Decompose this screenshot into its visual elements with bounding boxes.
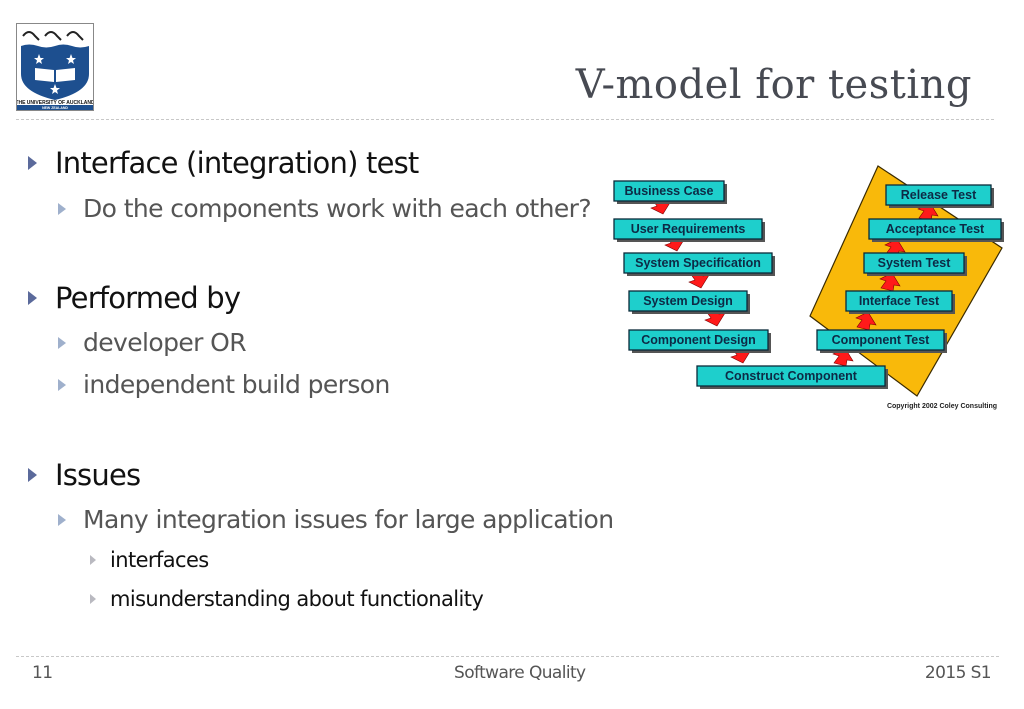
bullet-performed-by: Performed by <box>28 281 241 315</box>
box-label: Acceptance Test <box>886 222 985 236</box>
university-crest-icon: THE UNIVERSITY OF AUCKLAND NEW ZEALAND <box>15 31 95 110</box>
box-construct-component: Construct Component <box>696 365 888 389</box>
bullet-developer: developer OR <box>58 328 247 357</box>
bullet-arrow-icon <box>58 336 66 349</box>
bullet-arrow-icon <box>28 468 37 482</box>
term-label: 2015 S1 <box>924 663 992 683</box>
box-label: User Requirements <box>631 222 746 236</box>
box-label: System Design <box>643 294 733 308</box>
box-label: Release Test <box>901 188 977 202</box>
bullet-text: misunderstanding about functionality <box>110 587 484 611</box>
title-divider <box>16 119 994 120</box>
box-component-design: Component Design <box>628 329 771 353</box>
bullet-arrow-icon <box>28 291 37 305</box>
box-user-requirements: User Requirements <box>613 218 765 242</box>
box-system-design: System Design <box>628 290 750 314</box>
box-label: System Test <box>878 256 952 270</box>
bullet-build-person: independent build person <box>58 370 390 399</box>
university-logo: THE UNIVERSITY OF AUCKLAND NEW ZEALAND <box>15 23 95 111</box>
bullet-issues: Issues <box>28 458 141 492</box>
page-number: 11 <box>32 663 53 683</box>
bullet-text: interfaces <box>110 548 209 572</box>
box-acceptance-test: Acceptance Test <box>868 218 1004 242</box>
box-system-specification: System Specification <box>623 252 775 276</box>
box-label: Component Test <box>832 333 931 347</box>
box-label: Interface Test <box>859 294 940 308</box>
bullet-interfaces: interfaces <box>90 548 209 572</box>
bullet-text: independent build person <box>83 370 390 399</box>
bullet-arrow-icon <box>90 594 96 604</box>
bullet-integration-issues: Many integration issues for large applic… <box>58 505 614 534</box>
bullet-arrow-icon <box>58 202 66 215</box>
bullet-misunderstanding: misunderstanding about functionality <box>90 587 484 611</box>
bullet-arrow-icon <box>28 156 37 170</box>
bullet-text: Many integration issues for large applic… <box>83 505 614 534</box>
bullet-arrow-icon <box>58 513 66 526</box>
box-label: System Specification <box>635 256 761 270</box>
box-interface-test: Interface Test <box>845 290 955 314</box>
bullet-interface-test: Interface (integration) test <box>28 146 419 180</box>
v-model-diagram: Business Case User Requirements System Spe… <box>613 165 1004 410</box>
logo-country: NEW ZEALAND <box>42 106 68 110</box>
bullet-text: Issues <box>55 458 141 492</box>
box-business-case: Business Case <box>613 180 727 204</box>
box-label: Business Case <box>625 184 714 198</box>
course-name: Software Quality <box>454 663 586 683</box>
bullet-arrow-icon <box>90 555 96 565</box>
box-component-test: Component Test <box>816 329 947 353</box>
box-system-test: System Test <box>863 252 967 276</box>
bullet-text: Do the components work with each other? <box>83 194 592 223</box>
slide-title: V-model for testing <box>575 62 972 108</box>
footer-divider <box>16 656 999 657</box>
box-label: Construct Component <box>725 369 858 383</box>
bullet-text: Performed by <box>55 281 241 315</box>
copyright-note: Copyright 2002 Coley Consulting <box>887 403 997 410</box>
box-release-test: Release Test <box>885 184 994 208</box>
bullet-components-question: Do the components work with each other? <box>58 194 592 223</box>
bullet-text: developer OR <box>83 328 247 357</box>
box-label: Component Design <box>641 333 756 347</box>
bullet-arrow-icon <box>58 378 66 391</box>
bullet-text: Interface (integration) test <box>55 146 419 180</box>
